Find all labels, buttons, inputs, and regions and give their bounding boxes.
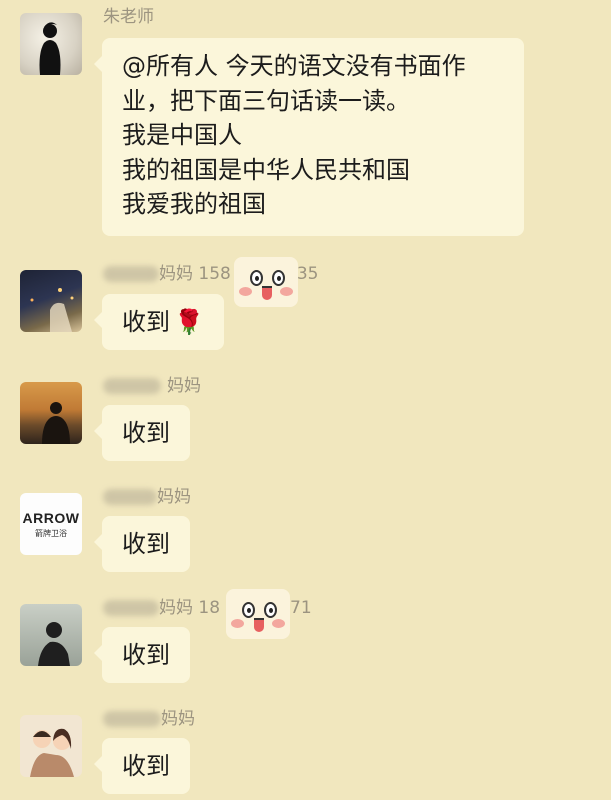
brand-logo-text: ARROW <box>22 509 80 526</box>
message-line: 我的祖国是中华人民共和国 <box>122 155 410 184</box>
sunset-silhouette-icon <box>42 402 70 444</box>
person-silhouette-icon <box>38 622 70 666</box>
avatar-teacher[interactable] <box>20 13 82 75</box>
message-text: 收到 <box>122 641 170 669</box>
message-line: 我是中国人 <box>122 121 242 150</box>
message-bubble[interactable]: 收到 <box>94 516 190 572</box>
message-bubble[interactable]: 收到 <box>94 627 190 683</box>
message-text: 收到 <box>122 530 170 558</box>
sender-name: 妈妈 <box>103 708 195 730</box>
message-bubble[interactable]: 收到 🌹 <box>94 294 224 350</box>
redacted-name <box>103 600 159 616</box>
redacted-name <box>103 711 161 727</box>
night-scene-icon <box>30 288 74 332</box>
redacted-name <box>103 378 161 394</box>
message-bubble[interactable]: @所有人 今天的语文没有书面作 业，把下面三句话读一读。 我是中国人 我的祖国是… <box>94 38 524 236</box>
sender-name: 朱老师 <box>103 7 154 27</box>
message-bubble[interactable]: 收到 <box>94 405 190 461</box>
message-text: 收到 <box>122 308 170 336</box>
smiley-face-icon <box>226 589 290 639</box>
message-line: 业，把下面三句话读一读。 <box>122 86 410 115</box>
redacted-name <box>103 489 157 505</box>
message-line: @所有人 今天的语文没有书面作 <box>122 52 466 80</box>
redacted-name <box>103 266 159 282</box>
sender-name: 妈妈 <box>103 486 191 508</box>
message-bubble[interactable]: 收到 <box>94 738 190 794</box>
avatar-parent-2[interactable] <box>20 382 82 444</box>
avatar-parent-1[interactable] <box>20 270 82 332</box>
rose-icon: 🌹 <box>174 308 204 336</box>
silhouette-icon <box>39 22 61 75</box>
sender-name: 妈妈 <box>103 375 201 397</box>
message-text: 收到 <box>122 752 170 780</box>
avatar-parent-4[interactable] <box>20 604 82 666</box>
message-text: 收到 <box>122 419 170 447</box>
message-line: 我爱我的祖国 <box>122 190 266 219</box>
avatar-parent-3[interactable]: ARROW 箭牌卫浴 <box>20 493 82 555</box>
brand-logo-subtext: 箭牌卫浴 <box>35 528 67 538</box>
family-cartoon-icon <box>30 728 74 777</box>
smiley-face-icon <box>234 257 298 307</box>
avatar-parent-5[interactable] <box>20 715 82 777</box>
